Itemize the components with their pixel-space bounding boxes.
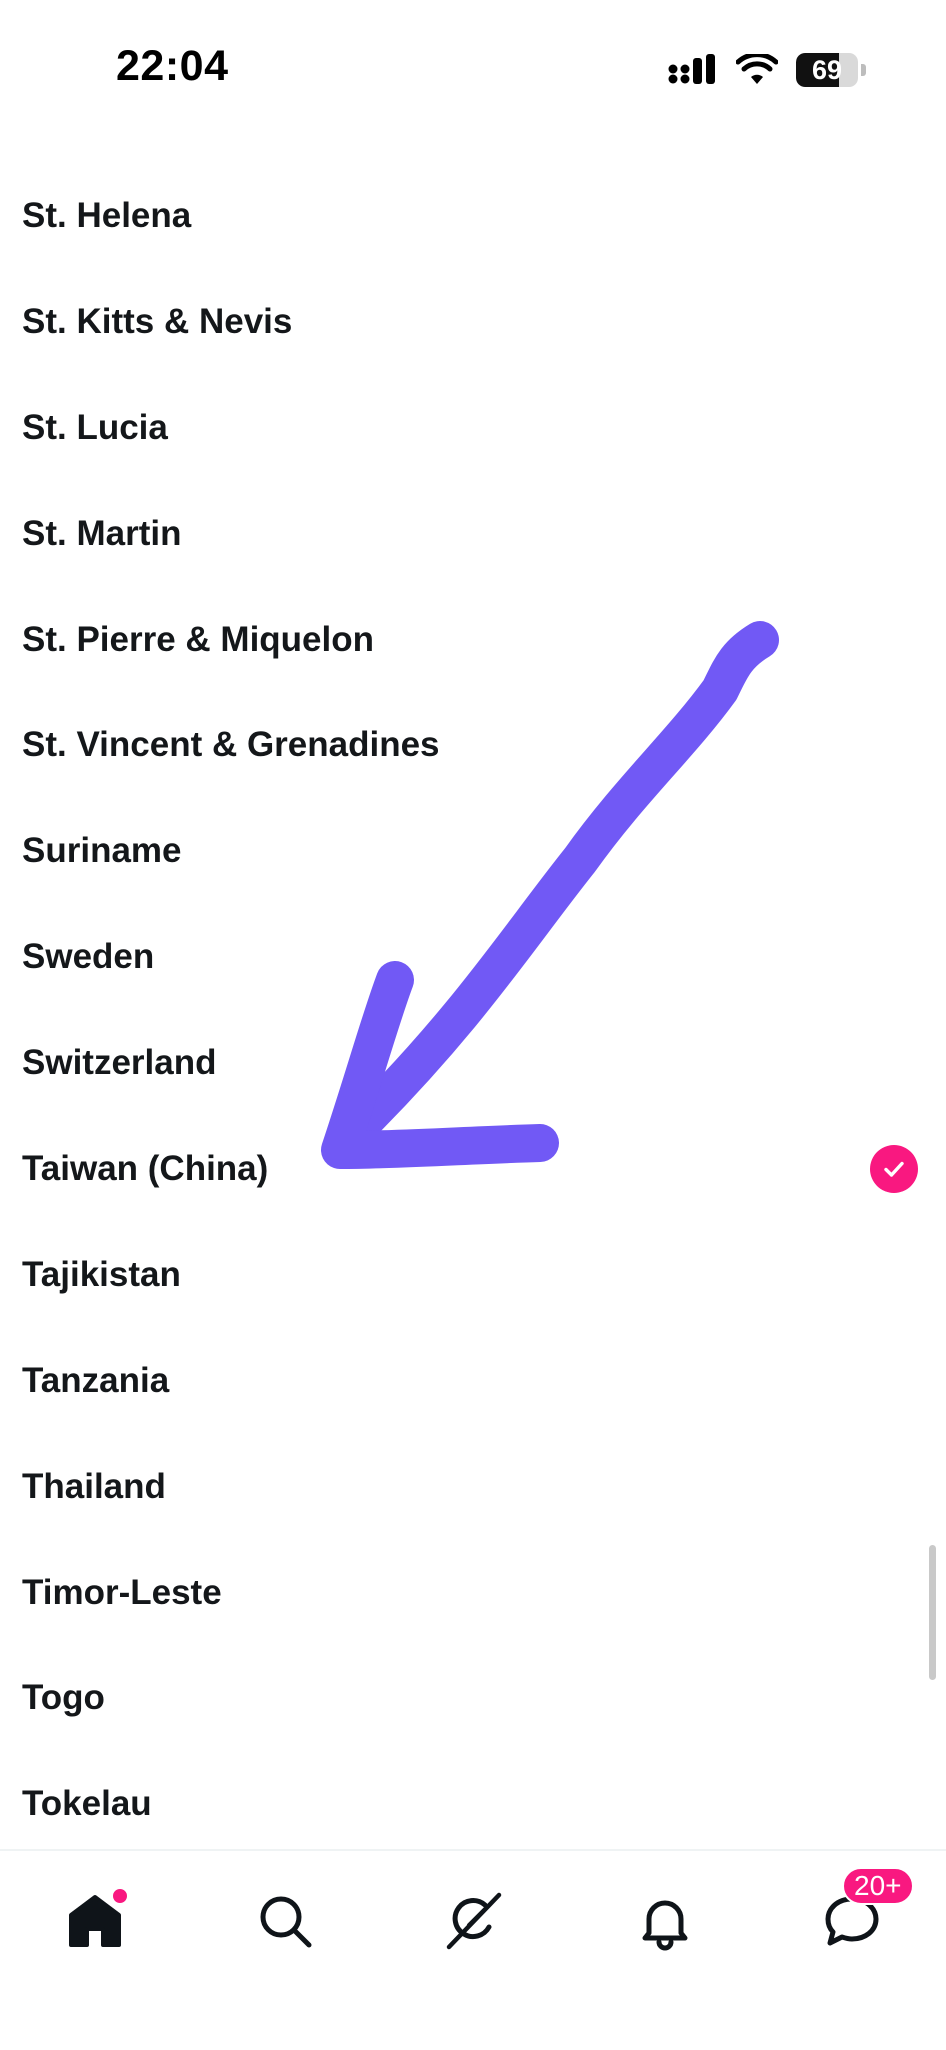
- country-list-item[interactable]: Sweden: [0, 904, 946, 1010]
- country-name: Timor-Leste: [22, 1572, 222, 1612]
- country-list-item[interactable]: Taiwan (China): [0, 1116, 946, 1222]
- country-name: Suriname: [22, 831, 182, 871]
- country-name: St. Pierre & Miquelon: [22, 619, 374, 659]
- tab-notifications[interactable]: [625, 1881, 705, 1961]
- country-list-item[interactable]: St. Kitts & Nevis: [0, 269, 946, 375]
- country-list-item[interactable]: Tokelau: [0, 1751, 946, 1857]
- status-icons: 69: [668, 50, 866, 90]
- cellular-signal-icon: [668, 54, 715, 84]
- country-list: St. Helena St. Kitts & Nevis St. Lucia St. …: [0, 163, 946, 1857]
- battery-cap: [861, 64, 866, 76]
- battery-indicator: 69: [796, 53, 858, 87]
- tab-grok[interactable]: [433, 1881, 513, 1961]
- search-icon: [260, 1896, 312, 1948]
- country-list-item[interactable]: Togo: [0, 1645, 946, 1751]
- scrollbar[interactable]: [929, 1545, 936, 1680]
- country-name: St. Vincent & Grenadines: [22, 725, 440, 765]
- home-notification-dot: [111, 1887, 129, 1905]
- grok-icon: [446, 1892, 502, 1950]
- tab-home[interactable]: [55, 1881, 135, 1961]
- status-time: 22:04: [116, 42, 229, 90]
- country-name: Taiwan (China): [22, 1148, 269, 1188]
- country-list-item[interactable]: Suriname: [0, 798, 946, 904]
- country-name: Switzerland: [22, 1043, 217, 1083]
- country-name: St. Helena: [22, 195, 192, 235]
- country-list-item[interactable]: St. Martin: [0, 481, 946, 587]
- country-list-item[interactable]: Thailand: [0, 1434, 946, 1540]
- battery-icon: 69: [796, 53, 866, 87]
- country-list-item[interactable]: Tanzania: [0, 1328, 946, 1434]
- country-list-item[interactable]: Switzerland: [0, 1010, 946, 1116]
- country-name: Togo: [22, 1678, 105, 1718]
- country-name: St. Kitts & Nevis: [22, 301, 293, 341]
- country-name: Thailand: [22, 1466, 166, 1506]
- bottom-tab-bar: 20+: [0, 1849, 946, 2050]
- country-list-item[interactable]: St. Lucia: [0, 375, 946, 481]
- messages-badge: 20+: [842, 1867, 914, 1905]
- country-list-item[interactable]: St. Vincent & Grenadines: [0, 692, 946, 798]
- selected-check-icon: [870, 1144, 918, 1193]
- country-name: Tanzania: [22, 1360, 170, 1400]
- country-name: Sweden: [22, 937, 155, 977]
- wifi-icon: [736, 54, 778, 84]
- country-list-item[interactable]: Timor-Leste: [0, 1540, 946, 1646]
- tab-search[interactable]: [245, 1881, 325, 1961]
- country-list-item[interactable]: St. Helena: [0, 163, 946, 269]
- country-list-item[interactable]: Tajikistan: [0, 1222, 946, 1328]
- country-list-item[interactable]: St. Pierre & Miquelon: [0, 587, 946, 693]
- country-name: Tajikistan: [22, 1254, 181, 1294]
- status-bar: 22:04 69: [0, 0, 946, 140]
- country-name: St. Lucia: [22, 407, 168, 447]
- country-name: St. Martin: [22, 513, 182, 553]
- notifications-icon: [642, 1900, 688, 1951]
- battery-percentage: 69: [811, 54, 843, 85]
- country-name: Tokelau: [22, 1784, 152, 1824]
